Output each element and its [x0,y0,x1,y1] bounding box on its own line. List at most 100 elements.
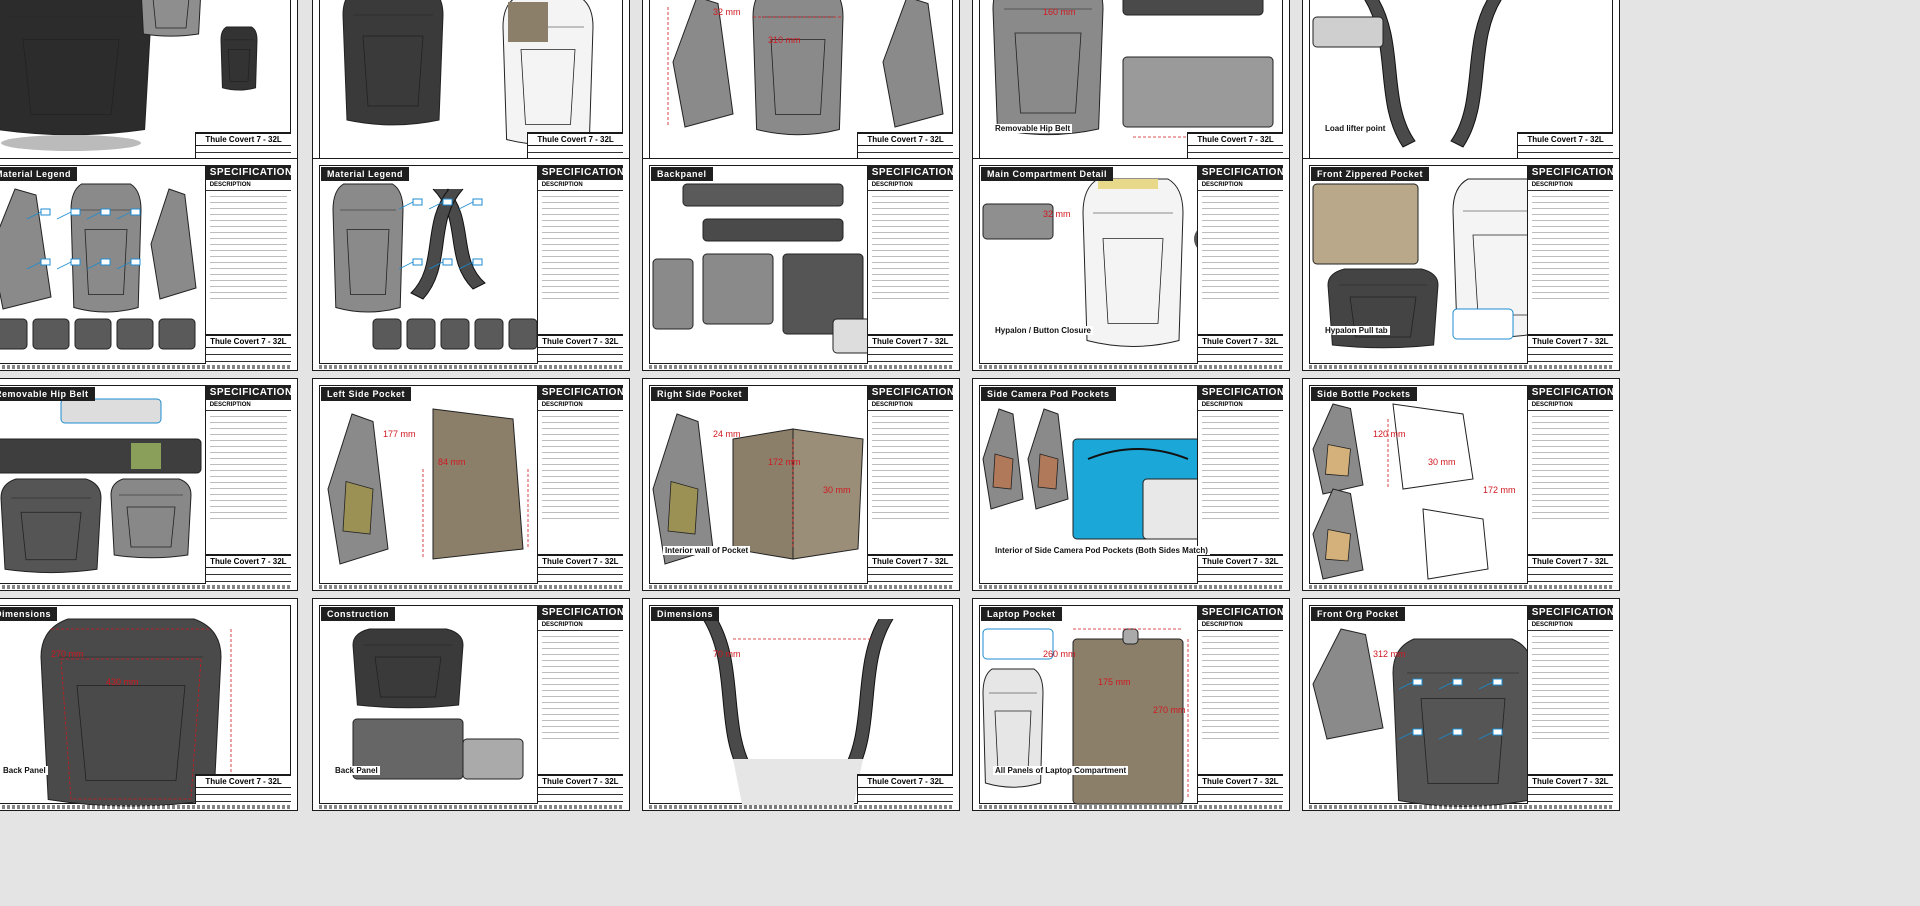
description-label: DESCRIPTION [1197,400,1283,411]
shoulder-strap [702,618,756,780]
spec-sheet-r2c3[interactable]: Backpanel SPECIFICATIONS: DESCRIPTION Thule… [642,158,960,371]
spec-line [1531,696,1609,697]
spec-line [1531,274,1609,275]
spec-sheet-r3c1[interactable]: Removable Hip Belt SPECIFICATIONS: DESCRIP… [0,378,298,591]
dimension-label: 160 mm [1043,7,1076,17]
spec-sheet-r4c1[interactable]: Dimensions Thule Covert 7 - 32L Back Panel… [0,598,298,811]
side-panel [652,258,694,330]
photo-inset [1312,16,1384,48]
title-block-row [1527,569,1613,575]
description-label: DESCRIPTION [1527,620,1613,631]
title-block: Thule Covert 7 - 32L [1526,554,1613,584]
legal-footer-strip [649,365,953,369]
callout-tag [130,258,141,266]
spec-line [1201,298,1279,299]
side-view-drawing [982,408,1024,510]
spec-sheet-r3c3[interactable]: Right Side Pocket SPECIFICATIONS: DESCRIPT… [642,378,960,591]
spec-sheet-r2c1[interactable]: Material Legend SPECIFICATIONS: DESCRIPTIO… [0,158,298,371]
product-name: Thule Covert 7 - 32L [537,336,623,348]
spec-line [209,256,287,257]
shoulder-strap [1450,0,1502,148]
spec-sheet-r4c2[interactable]: Construction SPECIFICATIONS: DESCRIPTION Th… [312,598,630,811]
spec-line [1531,202,1609,203]
title-block: Thule Covert 7 - 32L [195,774,291,804]
spec-line [1201,464,1279,465]
spec-sheet-r1c2[interactable]: Thule Covert 7 - 32L [312,0,630,169]
spec-line [1531,738,1609,739]
material-swatch [440,318,470,350]
spec-line [871,494,949,495]
spec-line [209,458,287,459]
spec-line [541,298,619,299]
spec-line [1531,244,1609,245]
title-block: Thule Covert 7 - 32L [1196,554,1283,584]
callout-tag [412,198,423,206]
spec-sheet-r3c5[interactable]: Side Bottle Pockets SPECIFICATIONS: DESCRI… [1302,378,1620,591]
spec-line [1201,434,1279,435]
spec-line [1531,220,1609,221]
spec-line [1531,636,1609,637]
spec-sheet-r3c4[interactable]: Side Camera Pod Pockets SPECIFICATIONS: DE… [972,378,1290,591]
title-block: Thule Covert 7 - 32L [536,554,623,584]
spec-sheet-r3c2[interactable]: Left Side Pocket SPECIFICATIONS: DESCRIPTI… [312,378,630,591]
spec-sheet-r4c4[interactable]: Laptop Pocket SPECIFICATIONS: DESCRIPTION T… [972,598,1290,811]
bag-front [1327,268,1439,349]
spec-line [1531,416,1609,417]
spec-line [1201,660,1279,661]
spec-line [1201,708,1279,709]
dimension-label: 30 mm [1428,457,1456,467]
spec-sheet-r2c2[interactable]: Material Legend SPECIFICATIONS: DESCRIPTIO… [312,158,630,371]
spec-line [1201,476,1279,477]
title-block-row [205,569,291,575]
product-name: Thule Covert 7 - 32L [196,134,291,146]
spec-sheet-r4c3[interactable]: Dimensions Thule Covert 7 - 32L 70 mm [642,598,960,811]
spec-sheet-r2c4[interactable]: Main Compartment Detail SPECIFICATIONS: DE… [972,158,1290,371]
spec-line [541,636,619,637]
main-compartment-sketch [1082,178,1184,347]
spec-line [871,298,949,299]
spec-line [1531,714,1609,715]
spec-sheet-r1c5[interactable]: Thule Covert 7 - 32L Load lifter point [1302,0,1620,169]
spec-line [541,672,619,673]
material-swatch [158,318,196,350]
title-block-row [1197,356,1283,362]
callout-tag [472,198,483,206]
spec-line [541,416,619,417]
spec-line [1201,518,1279,519]
spec-sheet-r1c3[interactable]: Thule Covert 7 - 32L 32 mm 310 mm [642,0,960,169]
sheet-illustration [652,183,874,354]
spec-line [541,494,619,495]
spec-line [1201,678,1279,679]
backpack-drawing [332,183,404,313]
shoulder-strap [840,618,894,780]
spec-sheet-r4c5[interactable]: Front Org Pocket SPECIFICATIONS: DESCRIPTI… [1302,598,1620,811]
spec-line [1201,274,1279,275]
dimension-label: 84 mm [438,457,466,467]
spec-line [871,464,949,465]
spec-sheet-r1c1[interactable]: Thule Covert 7 - 32L [0,0,298,169]
pull-tab-inset [1452,308,1514,340]
spec-line [1531,648,1609,649]
spec-sheet-r2c5[interactable]: Front Zippered Pocket SPECIFICATIONS: DESC… [1302,158,1620,371]
spec-line [1201,642,1279,643]
callout-tag [442,198,453,206]
spec-line [209,196,287,197]
spec-line [1531,482,1609,483]
hip-belt [682,183,844,207]
product-name: Thule Covert 7 - 32L [867,556,953,568]
shadow [1,135,141,151]
description-label: DESCRIPTION [537,180,623,191]
pocket-flat-pattern [1422,508,1489,580]
front-panel [1392,638,1534,807]
spec-line [541,458,619,459]
spec-line [1531,214,1609,215]
title-block-row [196,796,291,802]
spec-line [1201,292,1279,293]
title-block-row [1527,789,1613,795]
callout-tag [130,208,141,216]
material-swatch [474,318,504,350]
title-block: Thule Covert 7 - 32L [536,334,623,364]
legal-footer-strip [979,585,1283,589]
spec-sheet-r1c4[interactable]: Thule Covert 7 - 32L Removable Hip Belt 16… [972,0,1290,169]
spec-line [209,250,287,251]
